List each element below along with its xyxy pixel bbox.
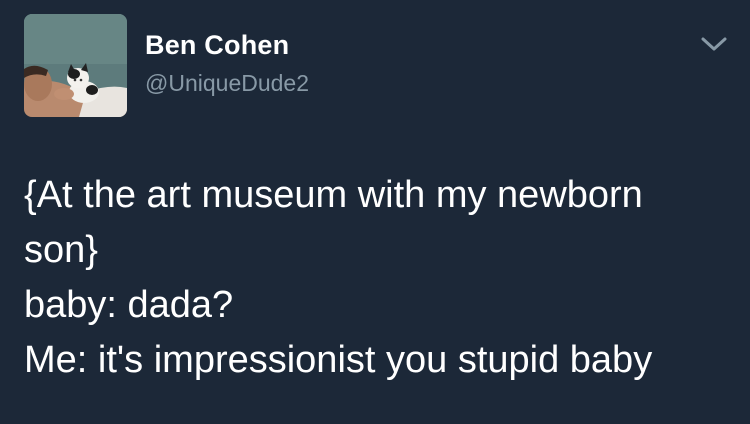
author-display-name[interactable]: Ben Cohen (145, 30, 289, 61)
tweet-text: {At the art museum with my newborn son} … (24, 168, 724, 388)
tweet-text-line: baby: dada? (24, 284, 234, 326)
tweet-text-line: son} (24, 229, 98, 271)
tweet-card: Ben Cohen @UniqueDude2 {At the art museu… (0, 0, 750, 424)
tweet-text-line: Me: it's impressionist you stupid baby (24, 339, 653, 381)
tweet-text-line: {At the art museum with my newborn (24, 174, 643, 216)
chevron-down-icon[interactable] (700, 34, 728, 54)
avatar-photo-icon (24, 14, 127, 117)
author-handle[interactable]: @UniqueDude2 (145, 70, 309, 97)
author-avatar[interactable] (24, 14, 127, 117)
